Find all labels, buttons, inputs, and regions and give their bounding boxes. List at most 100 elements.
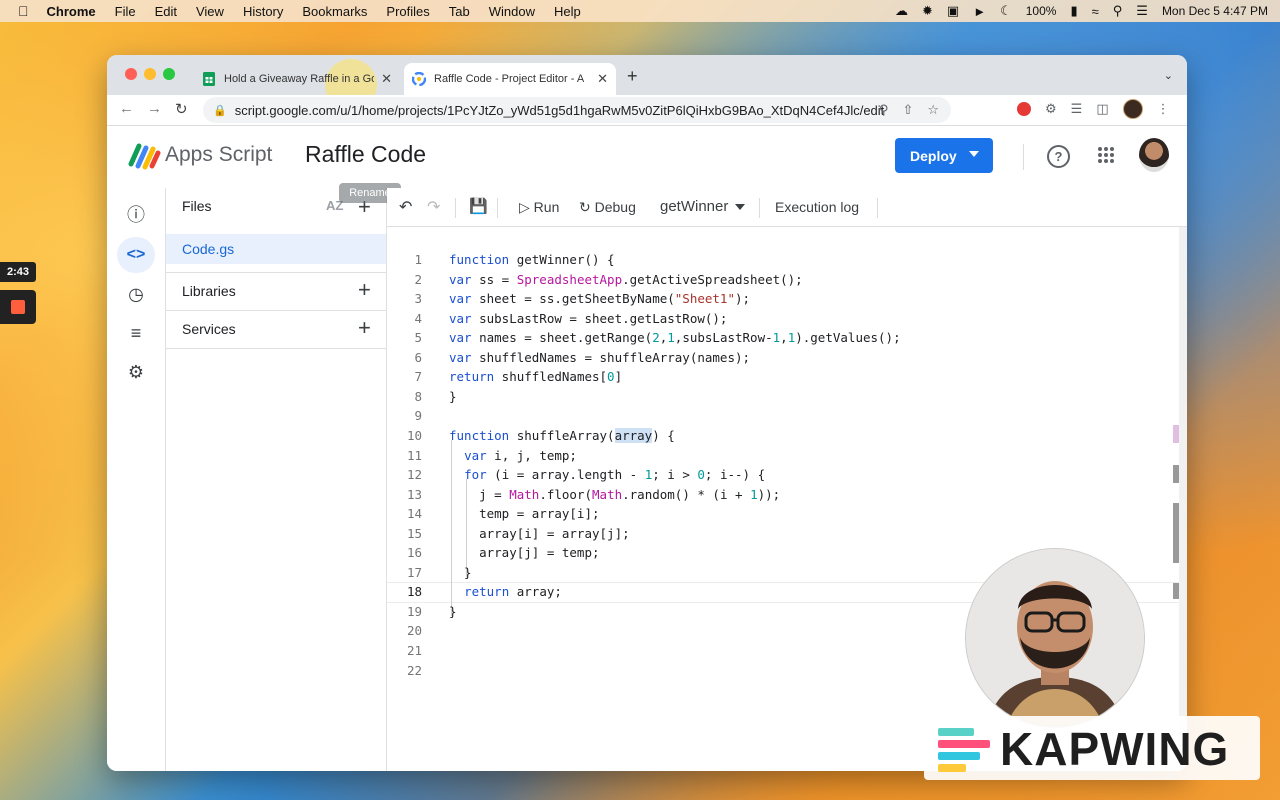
scrollbar-thumb[interactable] — [1173, 503, 1179, 563]
profile-avatar-icon[interactable] — [1122, 99, 1143, 119]
undo-icon[interactable]: ↶ — [399, 197, 412, 217]
services-section[interactable]: Services + — [166, 310, 386, 349]
menu-profiles[interactable]: Profiles — [386, 4, 429, 19]
code-line[interactable]: temp = array[i]; — [449, 506, 599, 521]
reload-icon[interactable]: ↻ — [175, 100, 188, 118]
play-icon: ▷ — [519, 199, 530, 215]
kapwing-logo-bar — [938, 728, 974, 736]
screen-icon[interactable]: ▣ — [947, 3, 959, 19]
apps-script-logo-icon[interactable] — [127, 142, 161, 170]
run-button[interactable]: ▷ Run — [519, 199, 559, 216]
code-line[interactable]: array[j] = temp; — [449, 545, 599, 560]
product-name[interactable]: Apps Script — [165, 143, 272, 167]
new-tab-icon[interactable]: + — [627, 66, 638, 87]
services-label: Services — [182, 321, 236, 337]
control-center-icon[interactable]: ☰ — [1136, 3, 1148, 19]
close-tab-icon[interactable]: ✕ — [597, 71, 608, 87]
tab-apps-script[interactable]: Raffle Code - Project Editor - A ✕ — [404, 63, 616, 95]
code-line[interactable]: return array; — [449, 584, 562, 599]
code-line[interactable]: var names = sheet.getRange(2,1,subsLastR… — [449, 330, 901, 345]
lock-icon[interactable]: 🔒 — [213, 104, 227, 117]
execution-log-button[interactable]: Execution log — [775, 199, 859, 215]
code-line[interactable]: var ss = SpreadsheetApp.getActiveSpreads… — [449, 272, 803, 287]
menu-edit[interactable]: Edit — [155, 4, 177, 19]
code-line[interactable]: array[i] = array[j]; — [449, 526, 630, 541]
project-title[interactable]: Raffle Code — [305, 141, 426, 168]
code-line[interactable]: } — [449, 389, 457, 404]
apple-icon[interactable]:  — [18, 3, 29, 19]
stop-recording-button[interactable] — [0, 290, 36, 324]
debug-button[interactable]: ↻ Debug — [579, 199, 636, 216]
address-bar[interactable]: 🔒 script.google.com/u/1/home/projects/1P… — [203, 97, 951, 123]
add-service-icon[interactable]: + — [358, 317, 371, 339]
play-circle-icon[interactable]: ► — [973, 4, 986, 19]
zoom-window-button[interactable] — [163, 68, 175, 80]
menu-view[interactable]: View — [196, 4, 224, 19]
code-line[interactable]: var shuffledNames = shuffleArray(names); — [449, 350, 750, 365]
back-icon[interactable]: ← — [119, 100, 134, 117]
divider — [497, 198, 498, 218]
line-number: 18 — [406, 584, 422, 600]
side-panel-icon[interactable]: ◫ — [1096, 101, 1108, 117]
overview-info-icon[interactable]: ⓘ — [125, 204, 147, 226]
menu-app-name[interactable]: Chrome — [47, 4, 96, 19]
apps-grid-icon[interactable] — [1098, 147, 1114, 163]
reading-list-icon[interactable]: ☰ — [1071, 101, 1083, 117]
menu-help[interactable]: Help — [554, 4, 581, 19]
cloud-icon[interactable]: ☁ — [895, 3, 908, 19]
file-item-code-gs[interactable]: Code.gs — [166, 234, 386, 264]
code-line[interactable]: function shuffleArray(array) { — [449, 427, 675, 443]
deploy-button[interactable]: Deploy — [895, 138, 993, 173]
wifi-icon[interactable]: ≈ — [1092, 4, 1099, 19]
executions-list-icon[interactable]: ≡ — [125, 322, 147, 344]
code-line[interactable]: var i, j, temp; — [449, 448, 577, 463]
help-icon[interactable]: ? — [1047, 145, 1070, 168]
close-tab-icon[interactable]: ✕ — [381, 71, 392, 87]
stop-icon — [11, 300, 25, 314]
libraries-section[interactable]: Libraries + — [166, 272, 386, 310]
editor-code-icon[interactable]: <> — [125, 244, 147, 266]
account-avatar[interactable] — [1139, 138, 1169, 172]
share-icon[interactable]: ⇧ — [902, 102, 913, 118]
redo-icon[interactable]: ↷ — [427, 197, 440, 217]
function-select-value: getWinner — [660, 198, 729, 215]
spotlight-icon[interactable]: ⚲ — [1113, 3, 1123, 19]
tab-search-chevron-icon[interactable]: ⌄ — [1164, 69, 1173, 82]
code-line[interactable]: function getWinner() { — [449, 252, 615, 267]
save-icon[interactable]: 💾 — [469, 197, 488, 215]
code-line[interactable]: return shuffledNames[0] — [449, 369, 622, 384]
menu-file[interactable]: File — [115, 4, 136, 19]
code-line[interactable]: var sheet = ss.getSheetByName("Sheet1"); — [449, 291, 750, 306]
libraries-label: Libraries — [182, 283, 236, 299]
triggers-clock-icon[interactable]: ◷ — [125, 283, 147, 305]
code-line[interactable]: j = Math.floor(Math.random() * (i + 1)); — [449, 487, 780, 502]
editor-scrollbar[interactable] — [1179, 227, 1187, 771]
scrollbar-marker — [1173, 425, 1179, 443]
minimize-window-button[interactable] — [144, 68, 156, 80]
more-vert-icon[interactable]: ⋮ — [1157, 101, 1170, 117]
divider — [455, 198, 456, 218]
menu-history[interactable]: History — [243, 4, 283, 19]
tab-sheets[interactable]: Hold a Giveaway Raffle in a Go ✕ — [194, 63, 400, 95]
menu-bookmarks[interactable]: Bookmarks — [302, 4, 367, 19]
battery-icon[interactable]: ▮ — [1070, 3, 1077, 19]
extensions-puzzle-icon[interactable]: ⚙ — [1045, 101, 1057, 117]
close-window-button[interactable] — [125, 68, 137, 80]
add-library-icon[interactable]: + — [358, 279, 371, 301]
code-line[interactable]: } — [449, 604, 457, 619]
forward-icon[interactable]: → — [147, 100, 162, 117]
clock[interactable]: Mon Dec 5 4:47 PM — [1162, 4, 1268, 18]
moon-icon[interactable]: ☾ — [1000, 3, 1012, 19]
bookmark-star-icon[interactable]: ☆ — [927, 102, 939, 118]
zoom-icon[interactable]: ⚲ — [879, 102, 889, 118]
settings-gear-icon[interactable]: ⚙ — [125, 361, 147, 383]
function-select[interactable]: getWinner — [660, 198, 746, 215]
extension-red-icon[interactable] — [1017, 102, 1031, 116]
menu-window[interactable]: Window — [489, 4, 535, 19]
code-line[interactable]: var subsLastRow = sheet.getLastRow(); — [449, 311, 727, 326]
menu-tab[interactable]: Tab — [449, 4, 470, 19]
gear-status-icon[interactable]: ✹ — [922, 3, 933, 19]
code-line[interactable]: for (i = array.length - 1; i > 0; i--) { — [449, 467, 765, 482]
code-line[interactable]: } — [449, 565, 472, 580]
line-number: 19 — [406, 603, 422, 619]
